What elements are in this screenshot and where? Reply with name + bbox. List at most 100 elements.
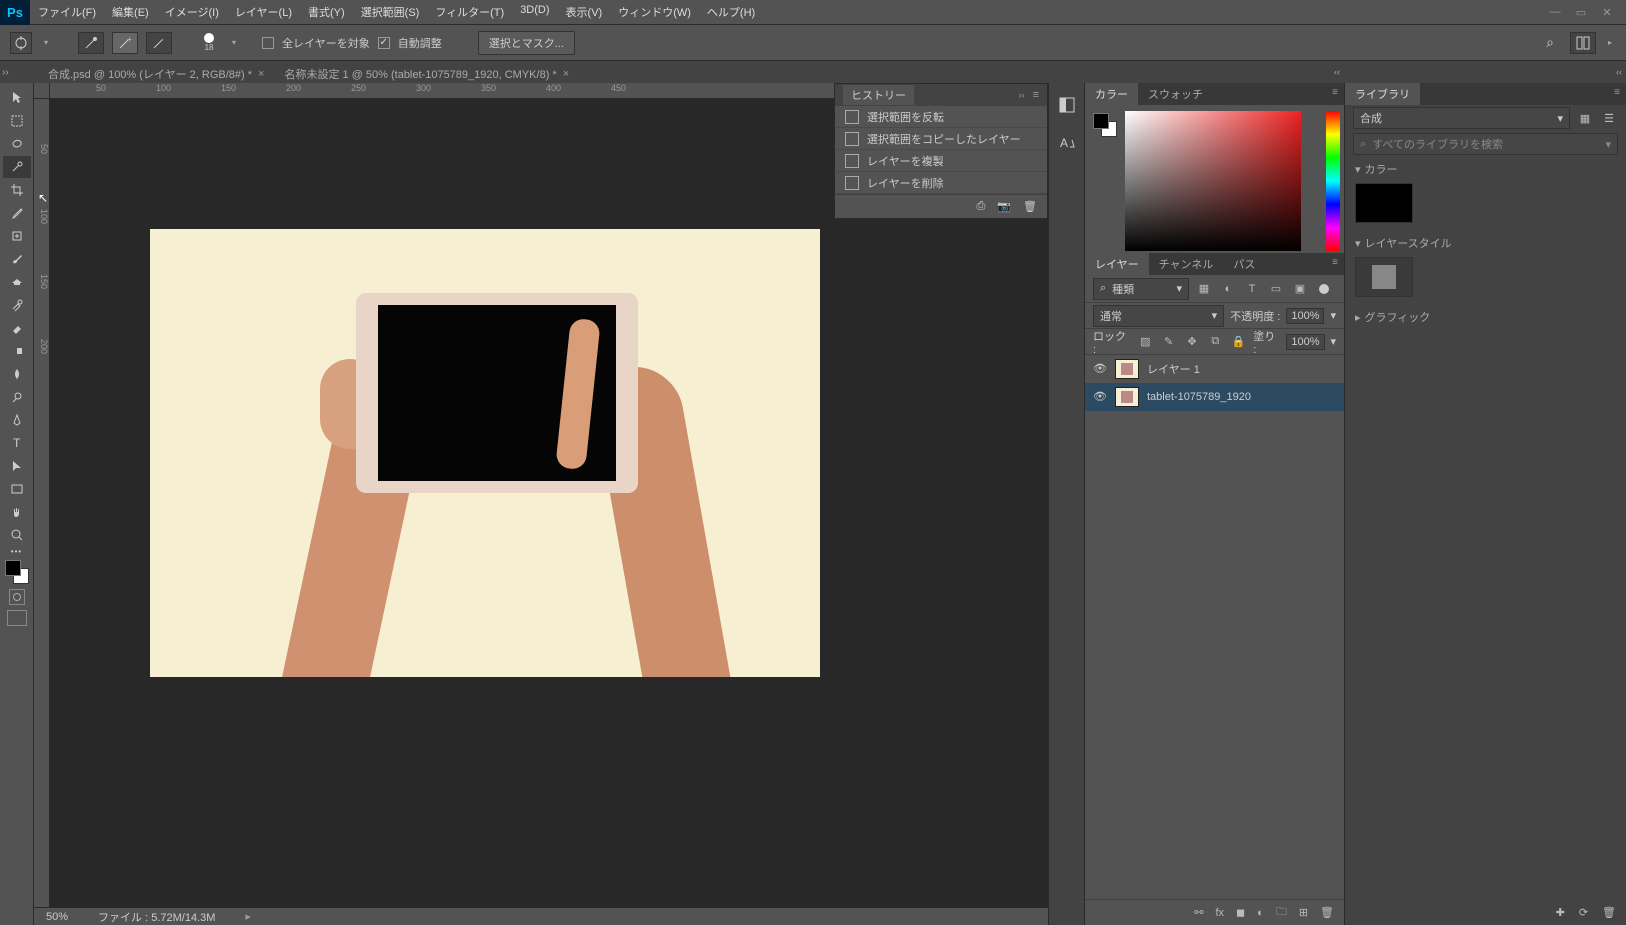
healing-brush-tool[interactable] [3, 225, 31, 247]
layer-thumbnail[interactable] [1115, 387, 1139, 407]
channels-tab[interactable]: チャンネル [1149, 253, 1224, 275]
fill-value[interactable]: 100% [1286, 334, 1324, 350]
lock-transparency-icon[interactable]: ▨ [1137, 333, 1154, 351]
filter-smart-icon[interactable]: ▣ [1291, 280, 1309, 298]
maximize-button[interactable]: ▭ [1570, 3, 1592, 21]
brush-picker-chevron-icon[interactable]: ▾ [228, 38, 240, 47]
screen-mode-button[interactable] [7, 610, 27, 626]
panel-group-collapse-icon[interactable]: ‹‹ [1616, 67, 1622, 77]
color-fg-swatch[interactable] [1093, 113, 1109, 129]
gradient-tool[interactable] [3, 340, 31, 362]
menu-edit[interactable]: 編集(E) [104, 0, 157, 24]
tool-preset-chevron-icon[interactable]: ▾ [40, 38, 52, 47]
eraser-tool[interactable] [3, 317, 31, 339]
close-button[interactable]: ✕ [1596, 3, 1618, 21]
pen-tool[interactable] [3, 409, 31, 431]
library-delete-icon[interactable]: 🗑 [1602, 906, 1616, 919]
status-chevron-icon[interactable]: ▸ [245, 910, 251, 923]
menu-image[interactable]: イメージ(I) [157, 0, 227, 24]
layer-name[interactable]: tablet-1075789_1920 [1147, 391, 1251, 403]
swatches-tab[interactable]: スウォッチ [1138, 83, 1213, 105]
workspace-chevron-icon[interactable]: ▸ [1604, 38, 1616, 47]
new-document-from-state-icon[interactable]: ⎙ [977, 200, 986, 213]
library-graphic-header[interactable]: ▸グラフィック [1355, 309, 1616, 325]
vertical-ruler[interactable]: 50 100 150 200 [34, 99, 50, 907]
lock-pixels-icon[interactable]: ✎ [1160, 333, 1177, 351]
history-item[interactable]: 選択範囲をコピーしたレイヤー [835, 128, 1047, 150]
edit-toolbar-button[interactable]: ••• [3, 547, 31, 555]
search-icon[interactable]: ⌕ [1546, 34, 1554, 51]
filter-adjust-icon[interactable]: ◐ [1219, 280, 1237, 298]
menu-type[interactable]: 書式(Y) [300, 0, 353, 24]
menu-view[interactable]: 表示(V) [558, 0, 611, 24]
library-select[interactable]: 合成 ▾ [1353, 107, 1570, 129]
layer-mask-icon[interactable]: ◼ [1236, 906, 1245, 919]
library-grid-view-icon[interactable]: ▦ [1576, 109, 1594, 127]
new-selection-button[interactable] [78, 32, 104, 54]
menu-filter[interactable]: フィルター(T) [427, 0, 512, 24]
adjustment-layer-icon[interactable]: ◐ [1257, 907, 1264, 919]
add-selection-button[interactable]: + [112, 32, 138, 54]
layer-filter-type-select[interactable]: ⌕ 種類 ▾ [1093, 278, 1189, 300]
history-item[interactable]: レイヤーを複製 [835, 150, 1047, 172]
subtract-selection-button[interactable]: - [146, 32, 172, 54]
eyedropper-tool[interactable] [3, 202, 31, 224]
current-tool-icon[interactable] [10, 32, 32, 54]
history-tab[interactable]: ヒストリー [843, 85, 914, 105]
new-layer-icon[interactable]: ⊞ [1299, 906, 1308, 919]
library-panel-menu-icon[interactable]: ≡ [1614, 87, 1620, 98]
blend-mode-select[interactable]: 通常 ▾ [1093, 305, 1224, 327]
lasso-tool[interactable] [3, 133, 31, 155]
layer-row[interactable]: 👁 tablet-1075789_1920 [1085, 383, 1344, 411]
menu-window[interactable]: ウィンドウ(W) [610, 0, 699, 24]
crop-tool[interactable] [3, 179, 31, 201]
quick-selection-tool[interactable] [3, 156, 31, 178]
ruler-origin[interactable] [34, 83, 50, 99]
brush-tool[interactable] [3, 248, 31, 270]
layer-style-icon[interactable]: fx [1215, 907, 1224, 919]
library-add-icon[interactable]: ✚ [1556, 906, 1565, 919]
workspace-switcher-button[interactable] [1570, 32, 1596, 54]
visibility-toggle-icon[interactable]: 👁 [1093, 362, 1107, 376]
history-panel-titlebar[interactable]: ヒストリー ›› ≡ [835, 84, 1047, 106]
filter-pixel-icon[interactable]: ▦ [1195, 280, 1213, 298]
lock-artboard-icon[interactable]: ⧉ [1207, 333, 1224, 351]
doc-tab-1[interactable]: 合成.psd @ 100% (レイヤー 2, RGB/8#) * × [38, 61, 274, 83]
doc-tab-1-close-icon[interactable]: × [258, 68, 264, 80]
zoom-level[interactable]: 50% [46, 911, 68, 923]
library-sync-icon[interactable]: ⟳ [1579, 906, 1588, 919]
paths-tab[interactable]: パス [1223, 253, 1265, 275]
chevron-down-icon[interactable]: ▾ [1330, 309, 1336, 322]
history-item[interactable]: レイヤーを削除 [835, 172, 1047, 194]
chevron-down-icon[interactable]: ▾ [1331, 335, 1337, 348]
auto-enhance-checkbox[interactable] [378, 37, 390, 49]
filter-type-icon[interactable]: T [1243, 280, 1261, 298]
layers-panel-menu-icon[interactable]: ≡ [1332, 257, 1338, 268]
clone-stamp-tool[interactable] [3, 271, 31, 293]
layer-thumbnail[interactable] [1115, 359, 1139, 379]
menu-file[interactable]: ファイル(F) [30, 0, 104, 24]
filter-toggle[interactable] [1319, 284, 1329, 294]
toolbar-collapse-icon[interactable]: ›› [2, 67, 9, 78]
new-group-icon[interactable]: 🗀 [1276, 903, 1287, 922]
path-selection-tool[interactable] [3, 455, 31, 477]
image-canvas[interactable] [150, 229, 820, 677]
foreground-color-swatch[interactable] [5, 560, 21, 576]
character-panel-icon[interactable]: A [1055, 131, 1079, 155]
panel-collapse-icon[interactable]: ›› [1019, 90, 1025, 100]
layer-name[interactable]: レイヤー 1 [1147, 361, 1200, 377]
foreground-background-swatch[interactable] [5, 560, 29, 584]
color-fg-bg-swatch[interactable] [1093, 113, 1117, 137]
rectangle-tool[interactable] [3, 478, 31, 500]
delete-layer-icon[interactable]: 🗑 [1320, 906, 1334, 919]
panel-menu-icon[interactable]: ≡ [1033, 89, 1039, 101]
library-layerstyle-header[interactable]: ▾レイヤースタイル [1355, 235, 1616, 251]
visibility-toggle-icon[interactable]: 👁 [1093, 390, 1107, 404]
library-color-swatch[interactable] [1355, 183, 1413, 223]
doc-tab-2[interactable]: 名称未設定 1 @ 50% (tablet-1075789_1920, CMYK… [274, 61, 579, 83]
brush-preview[interactable]: 18 [198, 32, 220, 54]
color-panel-menu-icon[interactable]: ≡ [1332, 87, 1338, 98]
layer-row[interactable]: 👁 レイヤー 1 [1085, 355, 1344, 383]
quick-mask-button[interactable] [9, 589, 25, 605]
delete-state-icon[interactable]: 🗑 [1023, 200, 1037, 213]
